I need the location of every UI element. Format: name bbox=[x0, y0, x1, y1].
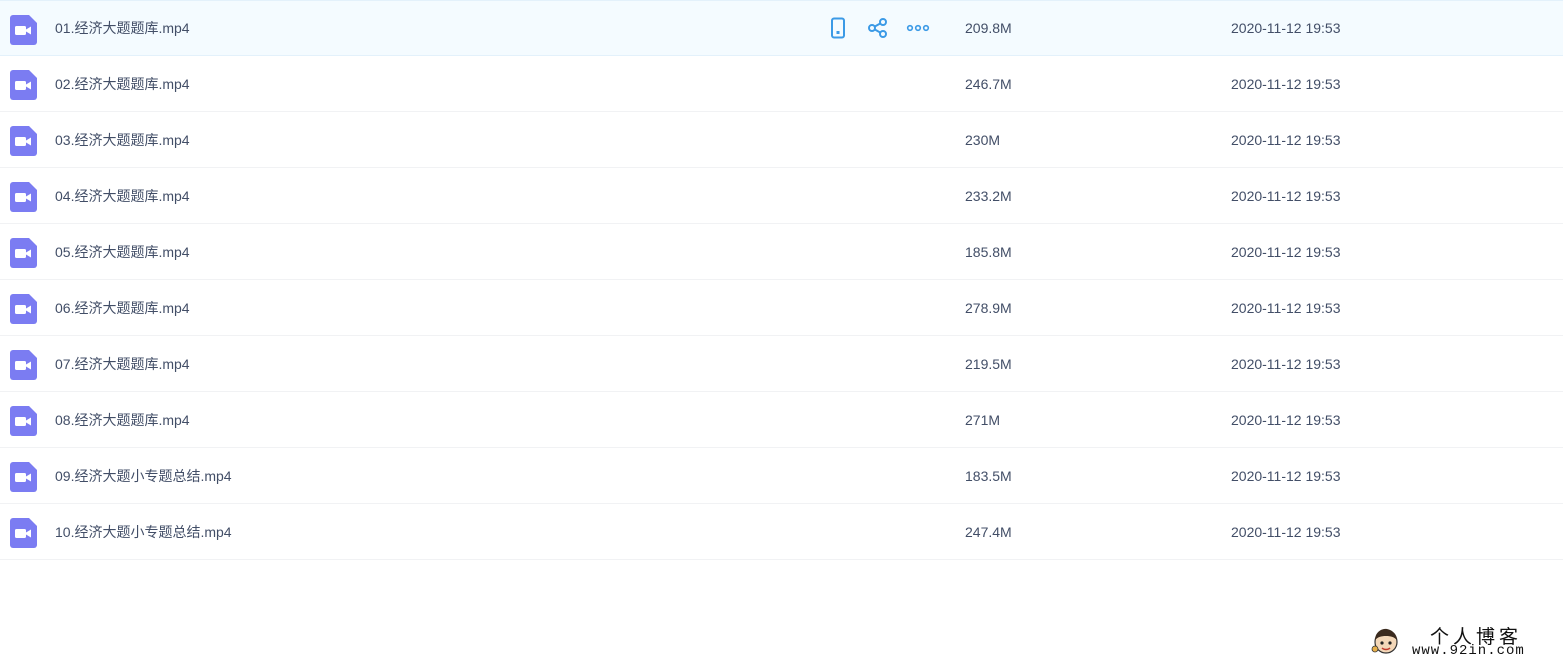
video-file-icon bbox=[10, 70, 37, 100]
blog-watermark: 个人博客 www.92in.com bbox=[1366, 622, 1552, 660]
file-date: 2020-11-12 19:53 bbox=[1231, 468, 1341, 484]
file-name[interactable]: 05.经济大题题库.mp4 bbox=[55, 224, 190, 280]
file-row[interactable]: 01.经济大题题库.mp4 209.8M 2020-11-12 19:53 bbox=[0, 0, 1563, 56]
file-size: 246.7M bbox=[965, 76, 1012, 92]
phone-icon[interactable] bbox=[826, 16, 850, 40]
cartoon-avatar-icon bbox=[1371, 628, 1398, 654]
file-size: 247.4M bbox=[965, 524, 1012, 540]
file-size: 209.8M bbox=[965, 20, 1012, 36]
video-file-icon bbox=[10, 462, 37, 492]
file-name[interactable]: 01.经济大题题库.mp4 bbox=[55, 1, 190, 55]
file-date: 2020-11-12 19:53 bbox=[1231, 524, 1341, 540]
video-file-icon bbox=[10, 126, 37, 156]
file-row[interactable]: 02.经济大题题库.mp4 246.7M 2020-11-12 19:53 bbox=[0, 56, 1563, 112]
file-row[interactable]: 09.经济大题小专题总结.mp4 183.5M 2020-11-12 19:53 bbox=[0, 448, 1563, 504]
video-file-icon bbox=[10, 15, 37, 45]
video-file-icon bbox=[10, 518, 37, 548]
file-name[interactable]: 02.经济大题题库.mp4 bbox=[55, 56, 190, 112]
more-icon[interactable] bbox=[906, 16, 930, 40]
file-list: 01.经济大题题库.mp4 209.8M 2020-11-12 19:53 02… bbox=[0, 0, 1563, 560]
file-name[interactable]: 09.经济大题小专题总结.mp4 bbox=[55, 448, 232, 504]
video-file-icon bbox=[10, 238, 37, 268]
file-size: 230M bbox=[965, 132, 1001, 148]
file-date: 2020-11-12 19:53 bbox=[1231, 356, 1341, 372]
video-file-icon bbox=[10, 182, 37, 212]
file-row[interactable]: 06.经济大题题库.mp4 278.9M 2020-11-12 19:53 bbox=[0, 280, 1563, 336]
video-file-icon bbox=[10, 350, 37, 380]
file-date: 2020-11-12 19:53 bbox=[1231, 132, 1341, 148]
file-name[interactable]: 10.经济大题小专题总结.mp4 bbox=[55, 504, 232, 560]
watermark-url: www.92in.com bbox=[1412, 643, 1525, 659]
file-name[interactable]: 07.经济大题题库.mp4 bbox=[55, 336, 190, 392]
file-row[interactable]: 04.经济大题题库.mp4 233.2M 2020-11-12 19:53 bbox=[0, 168, 1563, 224]
video-file-icon bbox=[10, 294, 37, 324]
file-size: 233.2M bbox=[965, 188, 1012, 204]
file-date: 2020-11-12 19:53 bbox=[1231, 188, 1341, 204]
file-row[interactable]: 05.经济大题题库.mp4 185.8M 2020-11-12 19:53 bbox=[0, 224, 1563, 280]
file-name[interactable]: 04.经济大题题库.mp4 bbox=[55, 168, 190, 224]
file-size: 219.5M bbox=[965, 356, 1012, 372]
file-row[interactable]: 03.经济大题题库.mp4 230M 2020-11-12 19:53 bbox=[0, 112, 1563, 168]
file-date: 2020-11-12 19:53 bbox=[1231, 76, 1341, 92]
file-name[interactable]: 08.经济大题题库.mp4 bbox=[55, 392, 190, 448]
file-row[interactable]: 10.经济大题小专题总结.mp4 247.4M 2020-11-12 19:53 bbox=[0, 504, 1563, 560]
file-size: 183.5M bbox=[965, 468, 1012, 484]
file-date: 2020-11-12 19:53 bbox=[1231, 412, 1341, 428]
file-row[interactable]: 07.经济大题题库.mp4 219.5M 2020-11-12 19:53 bbox=[0, 336, 1563, 392]
file-size: 271M bbox=[965, 412, 1001, 428]
file-date: 2020-11-12 19:53 bbox=[1231, 20, 1341, 36]
video-file-icon bbox=[10, 406, 37, 436]
file-row[interactable]: 08.经济大题题库.mp4 271M 2020-11-12 19:53 bbox=[0, 392, 1563, 448]
file-size: 278.9M bbox=[965, 300, 1012, 316]
share-icon[interactable] bbox=[866, 16, 890, 40]
file-size: 185.8M bbox=[965, 244, 1012, 260]
file-name[interactable]: 06.经济大题题库.mp4 bbox=[55, 280, 190, 336]
file-date: 2020-11-12 19:53 bbox=[1231, 244, 1341, 260]
file-date: 2020-11-12 19:53 bbox=[1231, 300, 1341, 316]
file-name[interactable]: 03.经济大题题库.mp4 bbox=[55, 112, 190, 168]
